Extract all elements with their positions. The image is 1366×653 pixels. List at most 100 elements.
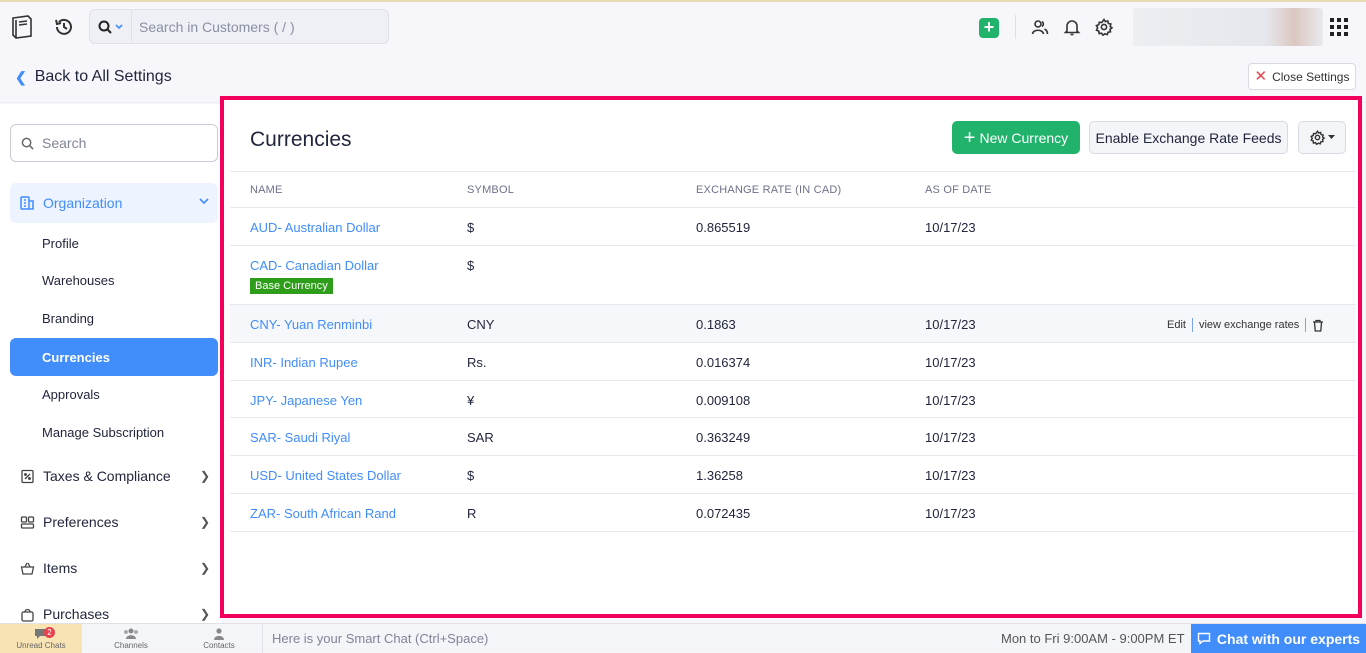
column-symbol[interactable]: SYMBOL xyxy=(467,184,514,196)
table-row[interactable]: CAD- Canadian Dollar $ Base Currency xyxy=(230,246,1356,305)
sidebar-group-preferences[interactable]: Preferences ❯ xyxy=(20,514,218,530)
sidebar-item-manage-subscription[interactable]: Manage Subscription xyxy=(42,425,164,440)
table-row[interactable]: USD- United States Dollar $ 1.36258 10/1… xyxy=(230,456,1356,494)
sidebar-item-warehouses[interactable]: Warehouses xyxy=(42,273,115,288)
currency-name-link[interactable]: SAR- Saudi Riyal xyxy=(250,430,350,445)
close-settings-button[interactable]: ✕ Close Settings xyxy=(1248,63,1356,90)
currency-name-link[interactable]: ZAR- South African Rand xyxy=(250,506,396,521)
chat-with-experts-button[interactable]: Chat with our experts xyxy=(1191,624,1366,653)
add-icon[interactable]: + xyxy=(979,18,999,38)
as-of-date: 10/17/23 xyxy=(925,220,976,235)
history-icon[interactable] xyxy=(53,16,75,38)
bell-icon[interactable] xyxy=(1061,16,1083,38)
settings-sidebar: Organization Profile Warehouses Branding… xyxy=(0,104,222,624)
chevron-right-icon: ❯ xyxy=(199,469,210,483)
chat-icon xyxy=(1197,632,1211,645)
support-hours: Mon to Fri 9:00AM - 9:00PM ET xyxy=(1001,631,1185,646)
gear-icon[interactable] xyxy=(1093,16,1115,38)
sidebar-group-purchases[interactable]: Purchases ❯ xyxy=(20,606,218,622)
currency-symbol: CNY xyxy=(467,317,495,332)
page-title: Currencies xyxy=(250,128,352,151)
currency-name-link[interactable]: INR- Indian Rupee xyxy=(250,355,358,370)
divider xyxy=(1191,318,1193,332)
chevron-down-icon xyxy=(115,23,123,29)
chat-button-label: Chat with our experts xyxy=(1216,630,1361,647)
currency-symbol: R xyxy=(467,506,477,521)
table-row[interactable]: ZAR- South African Rand R 0.072435 10/17… xyxy=(230,494,1356,532)
group-label: Items xyxy=(43,560,78,576)
sidebar-group-taxes[interactable]: Taxes & Compliance ❯ xyxy=(20,468,218,484)
basket-icon xyxy=(20,562,35,575)
group-icon xyxy=(124,628,138,639)
column-name[interactable]: NAME xyxy=(250,184,283,196)
global-search[interactable] xyxy=(89,9,389,44)
new-currency-button[interactable]: + New Currency xyxy=(952,121,1080,154)
column-as-of-date[interactable]: AS OF DATE xyxy=(925,184,992,196)
search-icon[interactable] xyxy=(90,10,132,43)
as-of-date: 10/17/23 xyxy=(925,430,976,445)
sidebar-search[interactable] xyxy=(10,124,218,162)
book-logo-icon[interactable] xyxy=(10,14,34,40)
tab-unread-chats[interactable]: 2 Unread Chats xyxy=(0,624,82,653)
tax-document-icon xyxy=(21,469,34,483)
view-exchange-rates-link[interactable]: view exchange rates xyxy=(1199,319,1299,331)
close-settings-label: Close Settings xyxy=(1272,69,1350,84)
table-header: NAME SYMBOL EXCHANGE RATE (IN CAD) AS OF… xyxy=(230,171,1356,208)
as-of-date: 10/17/23 xyxy=(925,506,976,521)
currency-symbol: $ xyxy=(467,468,475,483)
divider xyxy=(1015,15,1016,39)
table-row[interactable]: SAR- Saudi Riyal SAR 0.363249 10/17/23 xyxy=(230,418,1356,456)
organization-label: Organization xyxy=(43,195,123,211)
profile-area[interactable] xyxy=(1133,8,1323,46)
plus-icon: + xyxy=(963,126,976,149)
table-row[interactable]: JPY- Japanese Yen ¥ 0.009108 10/17/23 xyxy=(230,381,1356,418)
currency-name-link[interactable]: AUD- Australian Dollar xyxy=(250,220,380,235)
currency-name-link[interactable]: USD- United States Dollar xyxy=(250,468,401,483)
back-to-settings-link[interactable]: ❮ Back to All Settings xyxy=(15,68,172,86)
currency-symbol: $ xyxy=(467,220,475,235)
table-row[interactable]: AUD- Australian Dollar $ 0.865519 10/17/… xyxy=(230,208,1356,246)
group-label: Taxes & Compliance xyxy=(43,468,171,484)
smart-chat-input[interactable]: Here is your Smart Chat (Ctrl+Space) xyxy=(262,624,488,653)
sidebar-group-items[interactable]: Items ❯ xyxy=(20,560,218,576)
settings-dropdown-button[interactable] xyxy=(1298,121,1346,154)
currency-name-link[interactable]: CAD- Canadian Dollar xyxy=(250,258,379,273)
apps-grid-icon[interactable] xyxy=(1330,18,1348,36)
exchange-rate: 0.009108 xyxy=(696,393,751,408)
chevron-left-icon: ❮ xyxy=(15,68,27,85)
tab-label: Contacts xyxy=(203,641,235,650)
exchange-rate: 0.016374 xyxy=(696,355,751,370)
table-row[interactable]: CNY- Yuan Renminbi CNY 0.1863 10/17/23 E… xyxy=(230,305,1356,343)
edit-link[interactable]: Edit xyxy=(1167,319,1186,331)
back-label: Back to All Settings xyxy=(34,68,172,85)
sidebar-item-organization[interactable]: Organization xyxy=(10,183,218,223)
gear-icon xyxy=(1309,130,1325,145)
sidebar-item-profile[interactable]: Profile xyxy=(42,236,79,251)
chevron-right-icon: ❯ xyxy=(199,561,210,575)
sidebar-item-approvals[interactable]: Approvals xyxy=(42,387,100,402)
sidebar-search-input[interactable] xyxy=(42,135,202,151)
tab-contacts[interactable]: Contacts xyxy=(178,624,260,653)
table-row[interactable]: INR- Indian Rupee Rs. 0.016374 10/17/23 xyxy=(230,343,1356,381)
currency-symbol: Rs. xyxy=(467,355,487,370)
sidebar-item-currencies[interactable]: Currencies xyxy=(10,338,218,376)
search-icon xyxy=(21,137,34,150)
enable-exchange-feeds-button[interactable]: Enable Exchange Rate Feeds xyxy=(1089,121,1288,154)
global-search-input[interactable] xyxy=(132,18,372,35)
tab-channels[interactable]: Channels xyxy=(90,624,172,653)
person-icon xyxy=(214,628,224,640)
sidebar-item-branding[interactable]: Branding xyxy=(42,311,94,326)
column-exchange-rate[interactable]: EXCHANGE RATE (IN CAD) xyxy=(696,184,841,196)
currency-name-link[interactable]: JPY- Japanese Yen xyxy=(250,393,362,408)
currency-name-link[interactable]: CNY- Yuan Renminbi xyxy=(250,317,372,332)
row-actions: Edit view exchange rates xyxy=(1167,318,1324,332)
trash-icon[interactable] xyxy=(1312,319,1324,332)
settings-subbar xyxy=(0,49,1366,103)
exchange-rate: 0.072435 xyxy=(696,506,751,521)
group-label: Purchases xyxy=(43,606,110,622)
users-icon[interactable] xyxy=(1029,16,1051,38)
chevron-down-icon xyxy=(199,198,209,205)
currency-symbol: $ xyxy=(467,258,475,273)
currencies-panel: Currencies + New Currency Enable Exchang… xyxy=(220,96,1362,618)
chevron-right-icon: ❯ xyxy=(199,607,210,621)
